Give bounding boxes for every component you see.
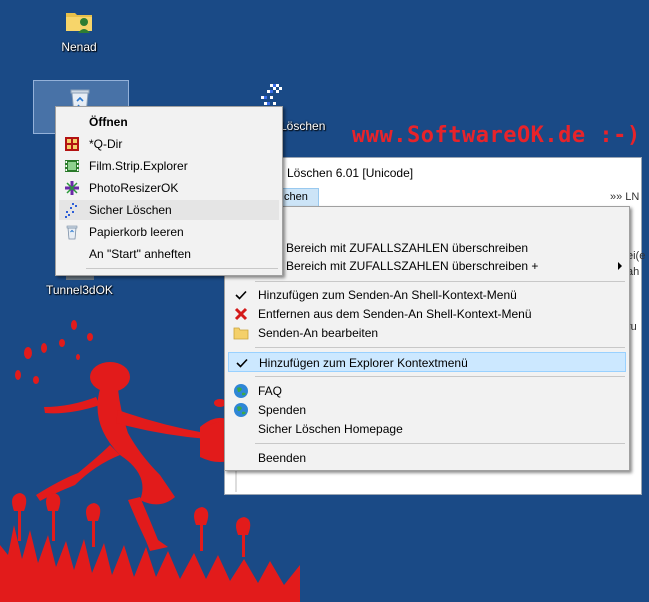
photoresizer-icon bbox=[64, 180, 80, 196]
menu-item-label: Sicher Löschen bbox=[89, 203, 172, 217]
menu-item-photoresizer[interactable]: PhotoResizerOK bbox=[59, 178, 279, 198]
desktop-icon-label: Tunnel3dOK bbox=[46, 283, 113, 297]
menu-item-random-overwrite-plus[interactable]: Bereich mit ZUFALLSZAHLEN überschreiben … bbox=[228, 256, 626, 276]
globe-icon bbox=[233, 402, 249, 418]
menu-item-remove-sendto[interactable]: Entfernen aus dem Senden-An Shell-Kontex… bbox=[228, 304, 626, 324]
recycle-bin-context-menu: Öffnen *Q-Dir Film.Strip.Explorer PhotoR… bbox=[55, 106, 283, 276]
menu-item-label: PhotoResizerOK bbox=[89, 181, 179, 195]
menu-item-label: Entfernen aus dem Senden-An Shell-Kontex… bbox=[258, 307, 532, 321]
app-context-menu: Bereich mit ZUFALLSZAHLEN überschreiben … bbox=[224, 206, 630, 471]
menu-item-label: Bereich mit ZUFALLSZAHLEN überschreiben … bbox=[286, 259, 539, 273]
globe-icon bbox=[233, 383, 249, 399]
window-title: Löschen 6.01 [Unicode] bbox=[287, 166, 414, 180]
menu-item-filmstrip[interactable]: Film.Strip.Explorer bbox=[59, 156, 279, 176]
menu-item-faq[interactable]: FAQ bbox=[228, 381, 626, 401]
window-tab[interactable]: chen bbox=[281, 188, 319, 207]
menu-item-add-explorer-context[interactable]: Hinzufügen zum Explorer Kontextmenü bbox=[228, 352, 626, 372]
user-folder-icon bbox=[63, 4, 95, 36]
menu-item-label: Film.Strip.Explorer bbox=[89, 159, 188, 173]
checkmark-icon bbox=[234, 355, 250, 371]
menu-item-qdir[interactable]: *Q-Dir bbox=[59, 134, 279, 154]
menu-item-label: Hinzufügen zum Explorer Kontextmenü bbox=[259, 356, 468, 370]
recycle-bin-icon bbox=[64, 224, 80, 240]
menu-separator bbox=[255, 443, 625, 444]
menu-item-exit[interactable]: Beenden bbox=[228, 448, 626, 468]
menu-item-label: *Q-Dir bbox=[89, 137, 123, 151]
folder-icon bbox=[233, 325, 249, 341]
filmstrip-icon bbox=[64, 158, 80, 174]
menu-item-empty-recycle-bin[interactable]: Papierkorb leeren bbox=[59, 222, 279, 242]
desktop-icon-nenad[interactable]: Nenad bbox=[39, 4, 119, 54]
menu-separator bbox=[86, 268, 278, 269]
menu-separator bbox=[255, 376, 625, 377]
menu-item-label: FAQ bbox=[258, 384, 283, 398]
menu-item-label: Beenden bbox=[258, 451, 307, 465]
checkmark-icon bbox=[233, 287, 249, 303]
menu-item-label: An "Start" anheften bbox=[89, 247, 191, 261]
desktop-icon-label: Nenad bbox=[61, 40, 97, 54]
red-x-icon bbox=[233, 306, 249, 322]
menu-separator bbox=[255, 281, 625, 282]
menu-item-random-overwrite[interactable]: Bereich mit ZUFALLSZAHLEN überschreiben bbox=[228, 238, 626, 258]
menu-item-label: Öffnen bbox=[89, 115, 128, 129]
sicher-loeschen-icon bbox=[64, 202, 80, 218]
menu-item-label: Bereich mit ZUFALLSZAHLEN überschreiben bbox=[286, 241, 529, 255]
watermark-text: www.SoftwareOK.de :-) bbox=[352, 123, 641, 148]
menu-item-sicher-loeschen[interactable]: Sicher Löschen bbox=[59, 200, 279, 220]
menu-item-label: Papierkorb leeren bbox=[89, 225, 184, 239]
menu-item-donate[interactable]: Spenden bbox=[228, 400, 626, 420]
menu-item-homepage[interactable]: Sicher Löschen Homepage bbox=[228, 419, 626, 439]
menu-item-edit-sendto[interactable]: Senden-An bearbeiten bbox=[228, 323, 626, 343]
menu-item-label: Sicher Löschen Homepage bbox=[258, 422, 403, 436]
menu-item-open[interactable]: Öffnen bbox=[59, 112, 279, 132]
qdir-icon bbox=[64, 136, 80, 152]
menu-item-add-sendto[interactable]: Hinzufügen zum Senden-An Shell-Kontext-M… bbox=[228, 285, 626, 305]
desktop-icon-label: Löschen bbox=[280, 119, 326, 133]
menu-item-label: Senden-An bearbeiten bbox=[258, 326, 379, 340]
submenu-arrow-icon bbox=[618, 262, 622, 270]
menu-item-label: Hinzufügen zum Senden-An Shell-Kontext-M… bbox=[258, 288, 517, 302]
menu-item-pin-to-start[interactable]: An "Start" anheften bbox=[59, 244, 279, 264]
language-menu[interactable]: »» LN bbox=[610, 191, 639, 203]
menu-item-label: Spenden bbox=[258, 403, 307, 417]
menu-separator bbox=[255, 347, 625, 348]
